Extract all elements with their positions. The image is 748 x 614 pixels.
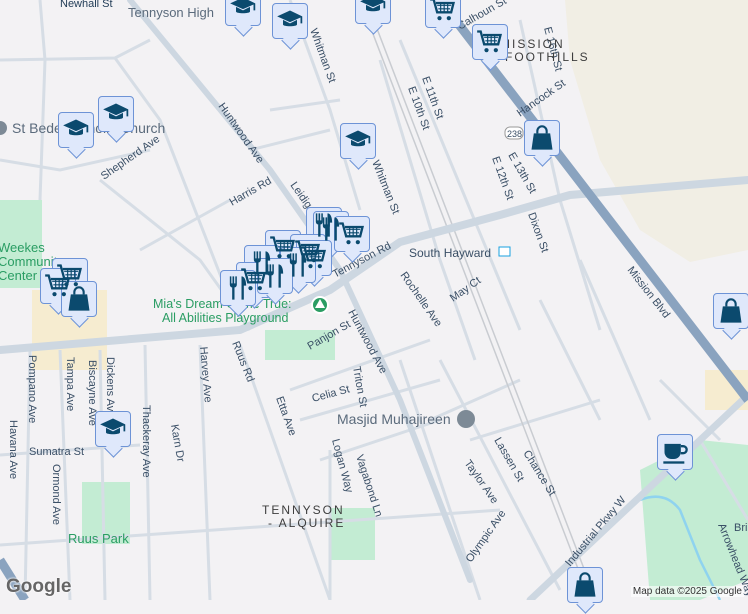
street-label: May Ct <box>448 275 483 305</box>
shopping-bag-marker[interactable] <box>61 281 97 317</box>
mosque-marker-icon[interactable] <box>457 410 475 428</box>
street-label: Rochelle Ave <box>398 270 445 329</box>
street-label: Pompano Ave <box>26 355 38 423</box>
cafe-marker[interactable] <box>657 434 693 470</box>
shopping-bag-icon <box>717 297 745 325</box>
shopping-bag-marker[interactable] <box>567 567 603 603</box>
school-marker[interactable] <box>340 123 376 159</box>
restaurant-marker[interactable] <box>257 258 293 294</box>
google-logo: Google <box>6 576 72 597</box>
street-label: Harris Rd <box>228 175 274 209</box>
street-label: Bri <box>734 522 747 534</box>
neighborhood-label: MISSION <box>500 37 565 51</box>
street-label: Newhall St <box>60 0 113 10</box>
transit-icon <box>498 246 511 257</box>
street-label: Sumatra St <box>29 446 84 458</box>
graduation-cap-icon <box>344 127 372 155</box>
graduation-cap-icon <box>62 116 90 144</box>
street-label: Thackeray Ave <box>140 405 152 478</box>
shopping-cart-icon <box>476 28 504 56</box>
neighborhood-label: TENNYSON <box>262 503 345 517</box>
church-marker-icon[interactable] <box>0 121 7 135</box>
street-label: Etta Ave <box>273 395 298 437</box>
street-label: Whitman St <box>369 159 401 216</box>
shopping-cart-marker[interactable] <box>425 0 461 28</box>
shopping-cart-icon <box>429 0 457 24</box>
map-attribution[interactable]: Map data ©2025 Google <box>630 586 744 597</box>
poi-label: Tennyson High <box>128 5 214 20</box>
coffee-cup-icon <box>661 438 689 466</box>
transit-station-label: South Hayward <box>409 246 491 260</box>
street-label: Chance St <box>520 448 557 498</box>
graduation-cap-icon <box>102 100 130 128</box>
fork-knife-icon <box>261 262 289 290</box>
graduation-cap-icon <box>99 415 127 443</box>
school-marker[interactable] <box>355 0 391 24</box>
shopping-cart-marker[interactable] <box>334 216 370 252</box>
street-label: Ruus Rd <box>229 340 256 384</box>
graduation-cap-icon <box>359 0 387 20</box>
street-label: Dixon St <box>525 211 550 254</box>
street-label: Triton St <box>350 365 369 408</box>
restaurant-marker[interactable] <box>220 270 256 306</box>
park-label[interactable]: Ruus Park <box>68 531 129 546</box>
map-canvas[interactable]: Newhall St Tennyson High Whitman St Calh… <box>0 0 748 600</box>
school-marker[interactable] <box>95 411 131 447</box>
street-label: Ormond Ave <box>50 464 62 525</box>
shopping-bag-icon <box>65 285 93 313</box>
shopping-cart-marker[interactable] <box>472 24 508 60</box>
street-label: Industrial Pkwy W <box>563 494 629 569</box>
shopping-bag-icon <box>528 124 556 152</box>
street-label: Tampa Ave <box>64 357 76 411</box>
mosque-label[interactable]: Masjid Muhajireen <box>337 411 451 427</box>
shopping-bag-marker[interactable] <box>524 120 560 156</box>
street-label: Dickens Ave <box>104 357 116 417</box>
street-label: Logan Way <box>329 438 355 495</box>
neighborhood-label: - ALQUIRE <box>268 516 345 530</box>
fork-knife-icon <box>224 274 252 302</box>
school-marker[interactable] <box>272 3 308 39</box>
shopping-cart-icon <box>338 220 366 248</box>
street-label: Olympic Ave <box>464 508 509 565</box>
graduation-cap-icon <box>229 0 257 22</box>
street-label: Huntwood Ave <box>345 308 389 376</box>
shopping-bag-marker[interactable] <box>713 293 748 329</box>
school-marker[interactable] <box>225 0 261 26</box>
street-label: Havana Ave <box>7 420 19 479</box>
street-label: Lassen St <box>491 436 526 484</box>
street-label: Celia St <box>311 383 351 405</box>
neighborhood-label: FOOTHILLS <box>505 50 590 64</box>
highway-shield-label: 238 <box>507 129 522 139</box>
playground-label[interactable]: All Abilities Playground <box>162 311 289 325</box>
shopping-bag-icon <box>571 571 599 599</box>
street-label: Karn Dr <box>168 423 186 463</box>
school-marker[interactable] <box>98 96 134 132</box>
street-label: Huntwood Ave <box>216 101 266 166</box>
school-marker[interactable] <box>58 112 94 148</box>
street-label: Harvey Ave <box>197 346 214 403</box>
park-label[interactable]: Weekes <box>0 240 45 255</box>
graduation-cap-icon <box>276 7 304 35</box>
hills-area <box>565 0 748 262</box>
